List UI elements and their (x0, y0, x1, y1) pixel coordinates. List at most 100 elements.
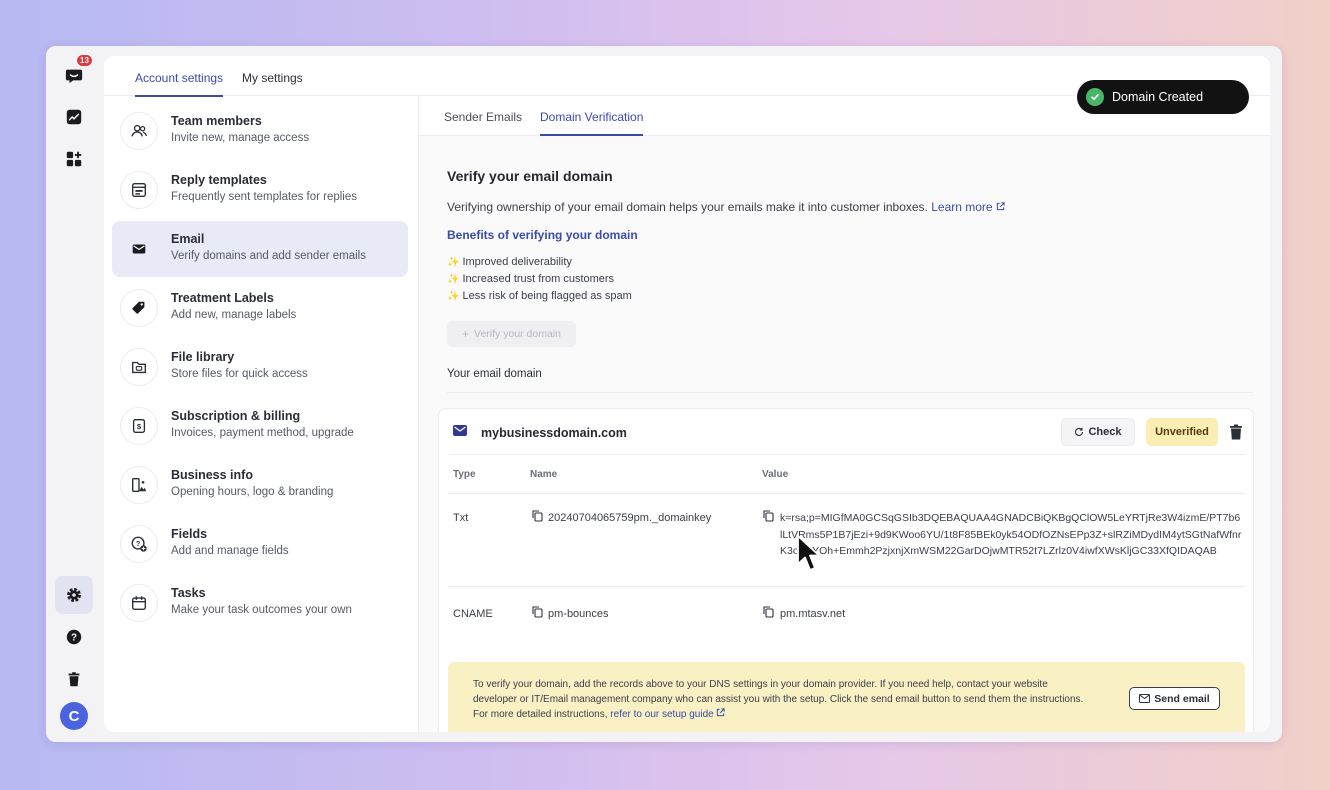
column-header-name: Name (530, 469, 558, 480)
folder-icon (132, 361, 146, 374)
benefit-item: ✨ Improved deliverability (447, 256, 572, 268)
copy-icon[interactable] (532, 510, 543, 522)
calendar-icon (132, 596, 146, 610)
business-icon (132, 478, 147, 492)
sidebar-item-title: Fields (171, 527, 208, 541)
sidebar-item-subtitle: Verify domains and add sender emails (171, 250, 366, 262)
toast-notification: Domain Created (1077, 80, 1249, 114)
sidebar-item-fields[interactable]: ? Fields Add and manage fields (112, 516, 408, 572)
mail-icon (453, 425, 467, 436)
send-email-button[interactable]: Send email (1129, 687, 1220, 710)
refresh-icon (1075, 427, 1084, 436)
user-avatar[interactable]: C (60, 702, 88, 730)
record-name: 20240704065759pm._domainkey (548, 512, 712, 524)
copy-icon[interactable] (763, 510, 774, 522)
sidebar-item-reply-templates[interactable]: Reply templates Frequently sent template… (112, 162, 408, 218)
sidebar-item-title: Team members (171, 114, 262, 128)
tab-sender-emails[interactable]: Sender Emails (444, 110, 522, 134)
chart-icon (66, 109, 82, 125)
app-logo-button[interactable]: 13 (55, 54, 93, 94)
tab-account-settings[interactable]: Account settings (135, 71, 224, 97)
record-type: CNAME (453, 608, 493, 620)
verify-description: Verifying ownership of your email domain… (447, 200, 1005, 214)
benefit-item: ✨ Less risk of being flagged as spam (447, 290, 632, 302)
settings-button[interactable] (55, 576, 93, 614)
check-circle-icon (1086, 88, 1104, 106)
table-divider (449, 586, 1245, 587)
sidebar-item-title: Treatment Labels (171, 291, 274, 305)
svg-text:?: ? (71, 633, 77, 644)
apps-icon (66, 151, 82, 167)
setup-guide-link[interactable]: refer to our setup guide (610, 708, 726, 720)
external-link-icon (717, 708, 726, 717)
help-button[interactable]: ? (55, 618, 93, 656)
sidebar-item-subtitle: Add and manage fields (171, 545, 289, 557)
table-divider (449, 493, 1245, 494)
settings-panel: Account settings My settings Team member… (104, 56, 1270, 732)
notice-text: To verify your domain, add the records a… (473, 679, 1084, 720)
sidebar-item-file-library[interactable]: File library Store files for quick acces… (112, 339, 408, 395)
trash-button[interactable] (55, 660, 93, 698)
copy-icon[interactable] (532, 606, 543, 618)
section-divider (447, 392, 1253, 393)
analytics-button[interactable] (55, 98, 93, 136)
sidebar-item-tasks[interactable]: Tasks Make your task outcomes your own (112, 575, 408, 631)
billing-icon: $ (132, 419, 146, 433)
sparkle-icon: ✨ (447, 274, 460, 285)
sidebar-item-subtitle: Invite new, manage access (171, 132, 310, 144)
benefit-item: ✨ Increased trust from customers (447, 273, 615, 285)
mouse-cursor-icon (797, 535, 820, 571)
tab-domain-verification[interactable]: Domain Verification (540, 110, 644, 136)
tab-my-settings[interactable]: My settings (242, 71, 303, 95)
help-icon: ? (66, 629, 82, 645)
learn-more-link[interactable]: Learn more (931, 200, 1005, 214)
sidebar-item-subtitle: Invoices, payment method, upgrade (171, 427, 354, 439)
page-title: Verify your email domain (447, 168, 613, 184)
domain-card: mybusinessdomain.com Check Unverified Ty… (438, 408, 1254, 732)
record-name: pm-bounces (548, 608, 609, 620)
users-icon (131, 124, 147, 137)
column-header-value: Value (762, 469, 789, 480)
sidebar-item-email[interactable]: Email Verify domains and add sender emai… (112, 221, 408, 277)
sidebar-item-title: File library (171, 350, 235, 364)
svg-text:?: ? (136, 539, 140, 548)
sidebar-item-business-info[interactable]: Business info Opening hours, logo & bran… (112, 457, 408, 513)
domain-name: mybusinessdomain.com (481, 426, 627, 440)
notification-badge: 13 (76, 54, 93, 67)
sidebar-item-subscription-billing[interactable]: $ Subscription & billing Invoices, payme… (112, 398, 408, 454)
sidebar-item-title: Reply templates (171, 173, 267, 187)
gear-icon (67, 588, 81, 602)
sidebar-item-title: Business info (171, 468, 253, 482)
plus-icon: + (462, 327, 470, 341)
dns-instructions-notice: To verify your domain, add the records a… (448, 662, 1245, 732)
sparkle-icon: ✨ (447, 291, 460, 302)
benefits-title: Benefits of verifying your domain (447, 228, 638, 242)
mail-icon (132, 244, 146, 254)
sparkle-icon: ✨ (447, 257, 460, 268)
apps-button[interactable] (55, 140, 93, 178)
check-button[interactable]: Check (1061, 418, 1135, 446)
record-value: pm.mtasv.net (780, 608, 846, 620)
sidebar-item-subtitle: Store files for quick access (171, 368, 308, 380)
sidebar-item-title: Subscription & billing (171, 409, 301, 423)
sidebar-item-title: Email (171, 232, 205, 246)
column-header-type: Type (453, 469, 476, 480)
fields-icon: ? (131, 536, 147, 552)
chat-logo-icon (65, 69, 83, 84)
trash-icon (68, 672, 80, 687)
template-icon (132, 183, 146, 197)
svg-text:$: $ (137, 422, 142, 431)
copy-icon[interactable] (763, 606, 774, 618)
sidebar-item-subtitle: Add new, manage labels (171, 309, 297, 321)
sidebar-item-subtitle: Make your task outcomes your own (171, 604, 352, 616)
verify-domain-button[interactable]: + Verify your domain (447, 321, 576, 347)
icon-rail: 13 ? C (46, 46, 104, 742)
external-link-icon (996, 202, 1005, 211)
sidebar-item-treatment-labels[interactable]: Treatment Labels Add new, manage labels (112, 280, 408, 336)
status-badge: Unverified (1146, 418, 1218, 446)
envelope-icon (1139, 694, 1151, 703)
table-divider (449, 454, 1245, 455)
delete-domain-icon[interactable] (1229, 424, 1243, 440)
record-value: k=rsa;p=MIGfMA0GCSqGSIb3DQEBAQUAA4GNADCB… (780, 512, 1242, 557)
sidebar-item-team-members[interactable]: Team members Invite new, manage access (112, 103, 408, 159)
